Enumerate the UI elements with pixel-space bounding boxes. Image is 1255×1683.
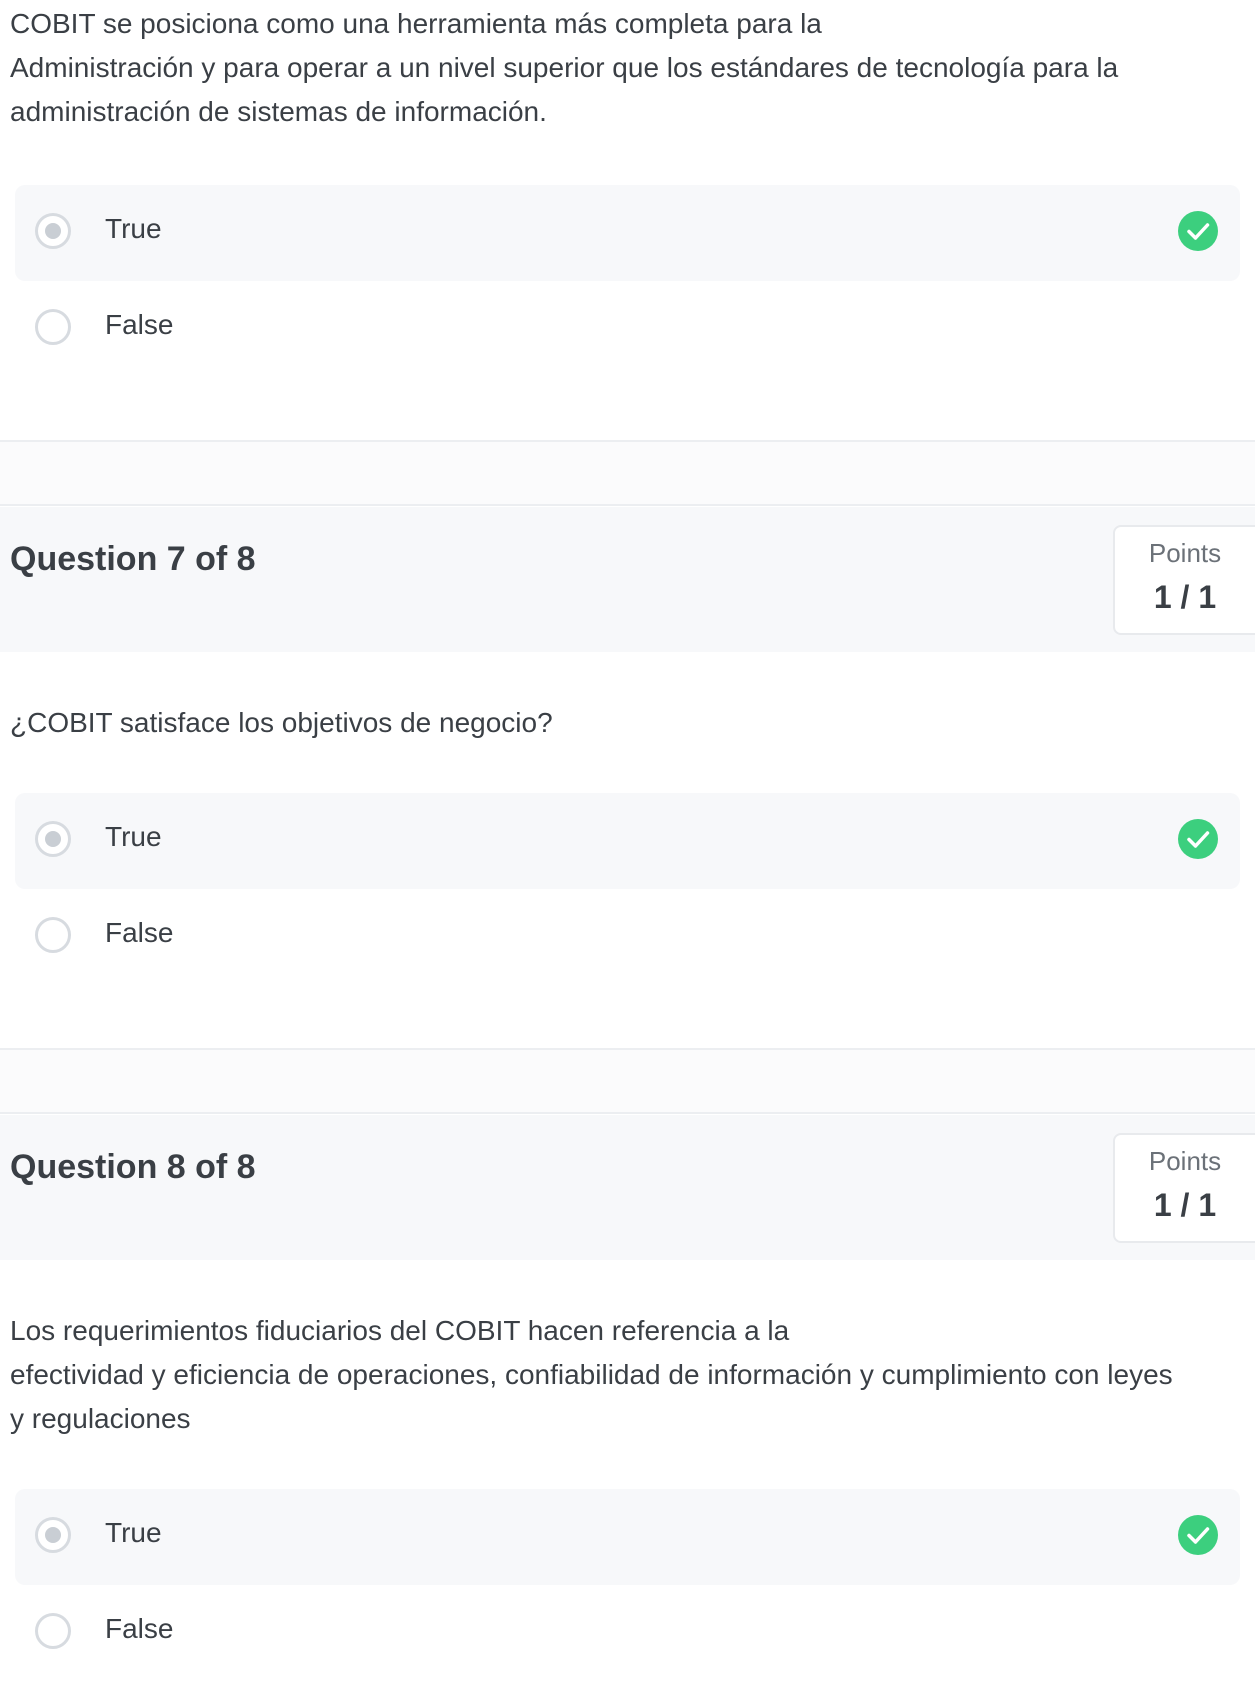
check-circle-icon	[1178, 819, 1218, 859]
check-circle-icon	[1178, 211, 1218, 251]
question-8: Los requerimientos fiduciarios del COBIT…	[0, 1309, 1255, 1441]
option-label: True	[105, 213, 162, 244]
question-divider	[0, 1048, 1255, 1114]
question-header: Question 7 of 8 Points 1 / 1	[0, 507, 1255, 652]
question-6: COBIT se posiciona como una herramienta …	[0, 2, 1255, 134]
option-label: False	[105, 1613, 174, 1644]
question-header: Question 8 of 8 Points 1 / 1	[0, 1115, 1255, 1260]
option-true[interactable]: True	[15, 1489, 1240, 1585]
question-divider	[0, 440, 1255, 506]
points-label: Points	[1148, 1146, 1222, 1176]
question-text: COBIT se posiciona como una herramienta …	[10, 8, 1119, 127]
question-text: ¿COBIT satisface los objetivos de negoci…	[10, 707, 553, 738]
points-value: 1 / 1	[1153, 579, 1217, 615]
question-title: Question 8 of 8	[10, 1148, 256, 1186]
option-label: False	[105, 917, 174, 948]
radio-button-checked[interactable]	[35, 213, 71, 249]
option-label: True	[105, 821, 162, 852]
points-box: Points 1 / 1	[1113, 525, 1255, 635]
radio-button-checked[interactable]	[35, 821, 71, 857]
option-true[interactable]: True	[15, 185, 1240, 281]
question-text: Los requerimientos fiduciarios del COBIT…	[10, 1315, 1173, 1434]
option-label: False	[105, 309, 174, 340]
check-circle-icon	[1178, 1515, 1218, 1555]
option-false[interactable]: False	[15, 281, 1240, 377]
question-6-options: True False	[0, 185, 1255, 377]
radio-button[interactable]	[35, 309, 71, 345]
option-false[interactable]: False	[15, 1585, 1240, 1681]
option-false[interactable]: False	[15, 889, 1240, 985]
points-box: Points 1 / 1	[1113, 1133, 1255, 1243]
option-label: True	[105, 1517, 162, 1548]
question-7-options: True False	[0, 793, 1255, 985]
option-true[interactable]: True	[15, 793, 1240, 889]
points-label: Points	[1148, 538, 1222, 568]
points-value: 1 / 1	[1153, 1187, 1217, 1223]
quiz-results-page: COBIT se posiciona como una herramienta …	[0, 0, 1255, 1683]
question-title: Question 7 of 8	[10, 540, 256, 578]
radio-button-checked[interactable]	[35, 1517, 71, 1553]
radio-button[interactable]	[35, 917, 71, 953]
radio-button[interactable]	[35, 1613, 71, 1649]
question-8-options: True False	[0, 1489, 1255, 1681]
question-7: ¿COBIT satisface los objetivos de negoci…	[0, 701, 1255, 745]
